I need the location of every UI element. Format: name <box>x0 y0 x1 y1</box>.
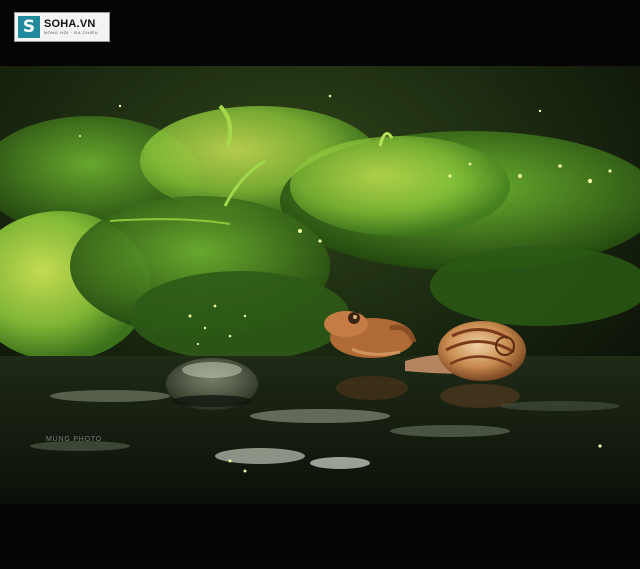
logo-s-icon: S <box>18 16 40 38</box>
foliage <box>0 104 640 361</box>
logo-name: SOHA.VN <box>44 18 96 30</box>
logo-tagline: NÓNG HỔI · ĐA CHIỀU <box>44 30 99 35</box>
logo-text-group: SOHA.VN NÓNG HỔI · ĐA CHIỀU <box>44 18 98 36</box>
site-logo[interactable]: S SOHA.VN NÓNG HỔI · ĐA CHIỀU <box>14 12 110 42</box>
photo-watermark: MUNG PHOTO <box>46 436 103 443</box>
water-splash-drop <box>166 358 258 410</box>
bottom-black-band <box>0 504 640 569</box>
pond-water <box>0 356 640 504</box>
